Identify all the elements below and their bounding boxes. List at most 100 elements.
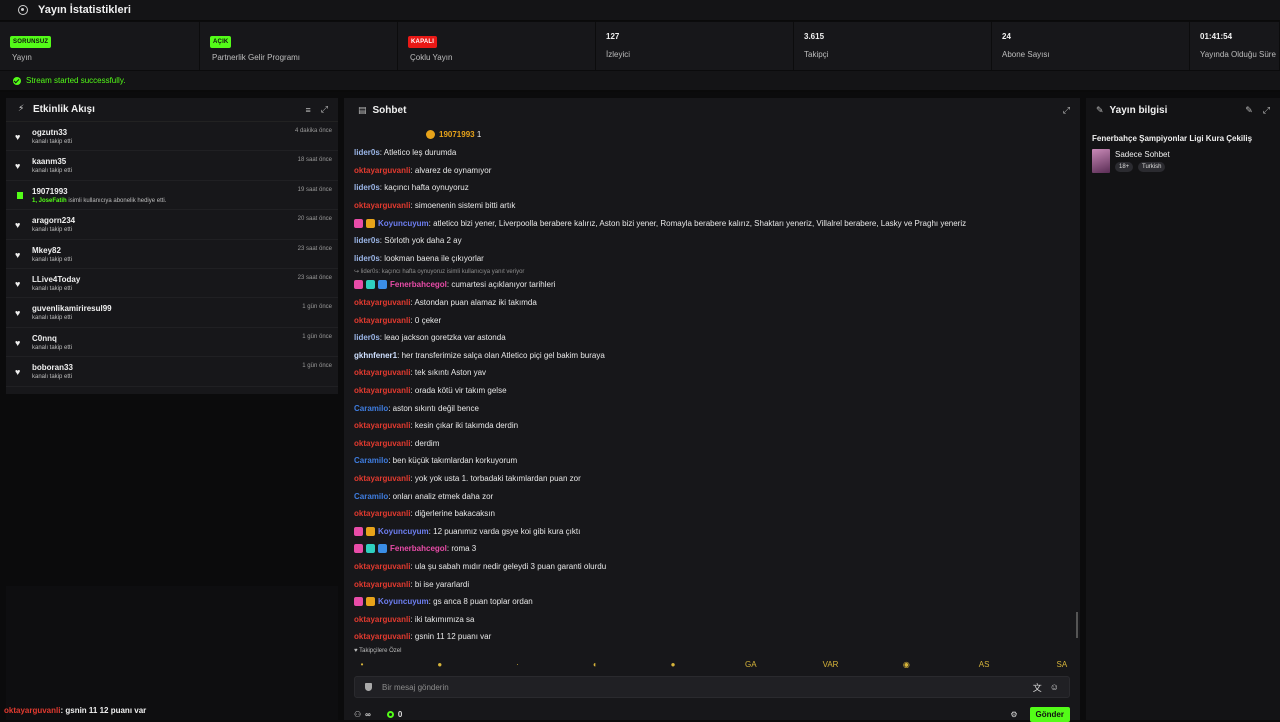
chat-message[interactable]: oktayarguvanli: yok yok usta 1. torbadak… <box>354 470 1074 488</box>
chat-message[interactable]: oktayarguvanli: tek sıkıntı Aston yav <box>354 364 1074 382</box>
chat-username[interactable]: oktayarguvanli <box>354 201 410 210</box>
chat-message[interactable]: oktayarguvanli: ula şu sabah mıdır nedir… <box>354 558 1074 576</box>
emote-icon[interactable]: ◉ <box>900 660 912 672</box>
chat-input[interactable]: Bir mesaj gönderin 文 ☺ <box>354 676 1070 698</box>
chat-message[interactable]: Caramilo: ben küçük takımlardan korkuyor… <box>354 452 1074 470</box>
activity-item[interactable]: 19071993 1, JoseFatih isimli kullanıcıya … <box>6 181 338 211</box>
chat-message[interactable]: oktayarguvanli: kesin çıkar iki takımda … <box>354 417 1074 435</box>
popout-icon[interactable]: ⤢ <box>1063 105 1070 116</box>
chat-message[interactable]: lider0s: Sörloth yok daha 2 ay <box>354 232 1074 250</box>
emote-icon[interactable]: AS <box>978 660 990 672</box>
activity-item[interactable]: ♥ aragorn234 kanalı takip etti 20 saat önce <box>6 210 338 240</box>
chat-username[interactable]: oktayarguvanli <box>354 580 410 589</box>
chat-username[interactable]: oktayarguvanli <box>354 474 410 483</box>
chat-message[interactable]: oktayarguvanli: orada kötü vir takım gel… <box>354 382 1074 400</box>
activity-item[interactable]: ♥ Mkey82 kanalı takip etti 23 saat önce <box>6 240 338 269</box>
chat-username[interactable]: Caramilo <box>354 456 388 465</box>
chat-username[interactable]: oktayarguvanli <box>354 386 410 395</box>
chat-message[interactable]: Koyuncuyum: atletico bizi yener, Liverpo… <box>354 214 1074 232</box>
chat-username[interactable]: oktayarguvanli <box>354 615 410 624</box>
chat-username[interactable]: oktayarguvanli <box>354 562 410 571</box>
chat-username[interactable]: oktayarguvanli <box>354 368 410 377</box>
chat-username[interactable]: Fenerbahcegol <box>390 544 447 553</box>
chat-username[interactable]: lider0s <box>354 236 380 245</box>
chat-username[interactable]: oktayarguvanli <box>354 316 410 325</box>
emote-icon[interactable]: • <box>356 660 368 672</box>
emote-icon[interactable]: ● <box>667 660 679 672</box>
emote-icon[interactable]: VAR <box>823 660 839 672</box>
chat-message[interactable]: Caramilo: onları analiz etmek daha zor <box>354 487 1074 505</box>
chat-username[interactable]: oktayarguvanli <box>354 298 410 307</box>
filter-icon[interactable]: ≡ <box>306 105 311 115</box>
emote-icon[interactable]: SA <box>1056 660 1068 672</box>
reply-context[interactable]: ↪ lider0s: kaçıncı hafta oynuyoruz isiml… <box>354 267 1074 276</box>
chat-message[interactable]: Fenerbahcegol: cumartesi açıklanıyor tar… <box>354 276 1074 294</box>
emoji-icon[interactable]: ☺ <box>1050 682 1059 692</box>
emote-icon[interactable]: ● <box>434 660 446 672</box>
chat-message[interactable]: lider0s: lookman baena ile çıkıyorlar <box>354 250 1074 268</box>
chat-message[interactable]: Caramilo: aston sıkıntı değil bence <box>354 399 1074 417</box>
chat-message[interactable]: oktayarguvanli: alvarez de oynamıyor <box>354 162 1074 180</box>
chat-username[interactable]: Caramilo <box>354 404 388 413</box>
chat-message[interactable]: lider0s: kaçıncı hafta oynuyoruz <box>354 179 1074 197</box>
chat-messages: lider0s: Atletico leş durumda oktayarguva… <box>354 144 1074 646</box>
activity-item[interactable]: ♥ C0nnq kanalı takip etti 1 gün önce <box>6 328 338 358</box>
edit-icon[interactable]: ✎ <box>1245 105 1253 116</box>
expand-icon[interactable]: ⤢ <box>1263 105 1270 116</box>
chat-message[interactable]: oktayarguvanli: iki takımımıza sa <box>354 610 1074 628</box>
emote-icon[interactable]: GA <box>745 660 757 672</box>
activity-item[interactable]: ♥ kaanm35 kanalı takip etti 18 saat önce <box>6 151 338 181</box>
chat-username[interactable]: lider0s <box>354 254 380 263</box>
chat-message[interactable]: gkhnfener1: her transferimize salça olan… <box>354 347 1074 365</box>
points-value: 0 <box>397 709 403 719</box>
chat-message[interactable]: lider0s: leao jackson goretzka var aston… <box>354 329 1074 347</box>
activity-item[interactable]: ♥ boboran33 kanalı takip etti 1 gün önce <box>6 357 338 387</box>
pinned-gifter[interactable]: 19071993 1 <box>426 130 481 139</box>
bolt-icon <box>18 103 27 115</box>
chat-message[interactable]: oktayarguvanli: gsnin 11 12 puanı var <box>354 628 1074 646</box>
chat-message[interactable]: oktayarguvanli: bi ise yararlardi <box>354 575 1074 593</box>
chat-message[interactable]: oktayarguvanli: diğerlerine bakacaksın <box>354 505 1074 523</box>
chat-username[interactable]: oktayarguvanli <box>354 421 410 430</box>
chat-username[interactable]: lider0s <box>354 183 380 192</box>
chat-username[interactable]: oktayarguvanli <box>354 166 410 175</box>
page-title: Yayın İstatistikleri <box>38 4 131 16</box>
chat-message[interactable]: oktayarguvanli: 0 çeker <box>354 311 1074 329</box>
chat-message[interactable]: oktayarguvanli: simoenenin sistemi bitti… <box>354 197 1074 215</box>
chat-username[interactable]: Koyuncuyum <box>378 219 429 228</box>
chat-message[interactable]: Fenerbahcegol: roma 3 <box>354 540 1074 558</box>
emote-icon[interactable]: · <box>512 660 524 672</box>
chat-message[interactable]: Koyuncuyum: 12 puanımız varda gsye koi g… <box>354 522 1074 540</box>
activity-item[interactable]: ♥ LLive4Today kanalı takip etti 23 saat önc… <box>6 269 338 299</box>
stat-label: Partnerlik Gelir Programı <box>212 53 301 62</box>
chat-username[interactable]: Koyuncuyum <box>378 597 429 606</box>
chat-username[interactable]: oktayarguvanli <box>354 439 410 448</box>
chat-username[interactable]: oktayarguvanli <box>354 509 410 518</box>
send-button[interactable]: Gönder <box>1029 706 1070 722</box>
category-name[interactable]: Sadece Sohbet <box>1115 150 1170 159</box>
chat-username[interactable]: Fenerbahcegol <box>390 280 447 289</box>
chat-username[interactable]: lider0s <box>354 333 380 342</box>
chat-username[interactable]: oktayarguvanli <box>354 632 410 641</box>
chat-scrollbar[interactable] <box>1076 612 1078 638</box>
chat-text: : leao jackson goretzka var astonda <box>379 333 506 343</box>
chat-username[interactable]: gkhnfener1 <box>354 351 397 360</box>
gear-icon[interactable]: ⚙ <box>1010 710 1017 719</box>
chat-username[interactable]: lider0s <box>354 148 380 157</box>
chat-message[interactable]: lider0s: Atletico leş durumda <box>354 144 1074 162</box>
stat-label: İzleyici <box>606 50 631 59</box>
emote-icon[interactable]: ◐ <box>589 660 601 672</box>
title-bar: Yayın İstatistikleri <box>0 0 1280 21</box>
chat-message[interactable]: Koyuncuyum: gs anca 8 puan toplar ordan <box>354 593 1074 611</box>
chat-message[interactable]: oktayarguvanli: Astondan puan alamaz iki… <box>354 294 1074 312</box>
chat-message[interactable]: oktayarguvanli: derdim <box>354 435 1074 453</box>
activity-item[interactable]: ♥ guvenlikamiriresul99 kanalı takip etti 1 … <box>6 298 338 328</box>
chat-username[interactable]: Caramilo <box>354 492 388 501</box>
translate-icon[interactable]: 文 <box>1033 681 1042 694</box>
emote-bar: • ● · ◐ ● GA VAR ◉ AS SA <box>356 660 1068 672</box>
activity-item[interactable]: ♥ ogzutn33 kanalı takip etti 4 dakika önce <box>6 122 338 152</box>
expand-icon[interactable]: ⤢ <box>321 104 328 115</box>
chat-username[interactable]: Koyuncuyum <box>378 527 429 536</box>
infinity-value: ∞ <box>365 709 371 719</box>
stat-2: KAPALI Çoklu Yayın <box>398 22 596 70</box>
